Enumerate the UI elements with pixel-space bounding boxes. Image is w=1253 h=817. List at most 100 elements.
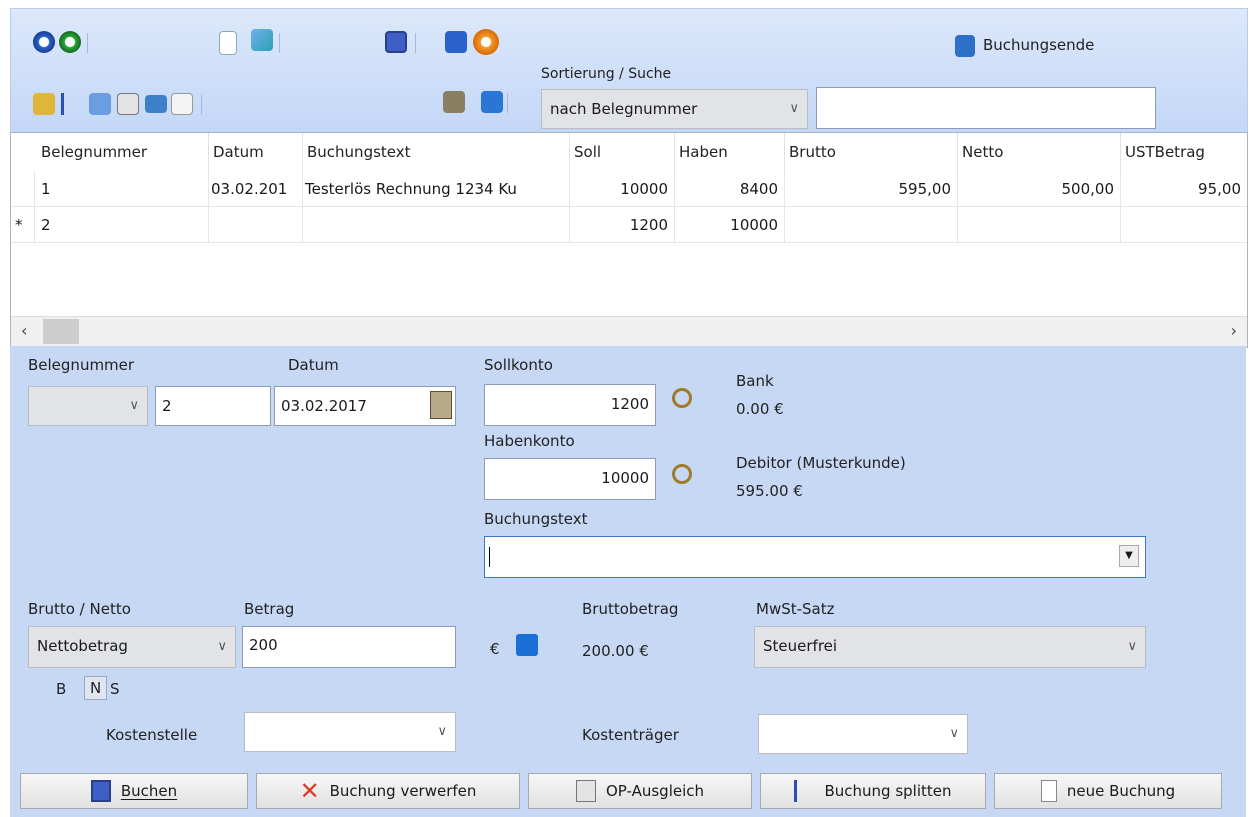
scroll-left-icon[interactable]: ‹ xyxy=(21,321,27,340)
cell-buchungstext[interactable] xyxy=(303,207,570,243)
soll-account-name: Bank xyxy=(736,372,774,390)
search-document-icon[interactable] xyxy=(89,93,111,115)
op-label: OP-Ausgleich xyxy=(605,782,705,800)
undo-icon[interactable] xyxy=(445,31,467,53)
datum-label: Datum xyxy=(288,356,339,374)
op-ausgleich-button[interactable]: OP-Ausgleich xyxy=(528,773,752,809)
sollkonto-search-icon[interactable] xyxy=(672,388,692,408)
col-header-buchungstext[interactable]: Buchungstext xyxy=(303,133,570,171)
calculator-icon[interactable] xyxy=(145,95,167,113)
neue-label: neue Buchung xyxy=(1066,782,1176,800)
bruttobetrag-label: Bruttobetrag xyxy=(582,600,679,618)
buchen-button[interactable]: Buchen xyxy=(20,773,248,809)
mode-b-toggle[interactable]: B xyxy=(56,680,66,698)
bruttobetrag-value: 200.00 € xyxy=(582,642,649,660)
col-header-ustbetrag[interactable]: USTBetrag xyxy=(1121,133,1247,171)
betrag-input[interactable]: 200 xyxy=(242,626,456,668)
soll-account-balance: 0.00 € xyxy=(736,400,784,418)
buchen-label: Buchen xyxy=(120,782,178,800)
mode-n-toggle[interactable]: N xyxy=(84,676,108,700)
col-header-netto[interactable]: Netto xyxy=(958,133,1121,171)
horizontal-scrollbar[interactable]: ‹ › xyxy=(11,316,1247,347)
scroll-right-icon[interactable]: › xyxy=(1231,321,1237,340)
col-header-soll[interactable]: Soll xyxy=(570,133,675,171)
cell-soll[interactable]: 1200 xyxy=(570,207,675,243)
sollkonto-input[interactable]: 1200 xyxy=(484,384,656,426)
cell-buchungstext[interactable]: Testerlös Rechnung 1234 Ku xyxy=(303,171,570,207)
sollkonto-label: Sollkonto xyxy=(484,356,553,374)
op-icon[interactable] xyxy=(117,93,139,115)
op-icon xyxy=(575,780,596,802)
habenkonto-input[interactable]: 10000 xyxy=(484,458,656,500)
booking-form: Belegnummer ∨ 2 Datum 03.02.2017 Sollkon… xyxy=(10,346,1246,817)
search-input[interactable] xyxy=(816,87,1156,129)
cell-datum[interactable]: 03.02.201 xyxy=(209,171,303,207)
cell-belegnummer[interactable]: 1 xyxy=(35,171,209,207)
cell-haben[interactable]: 10000 xyxy=(675,207,785,243)
kostentraeger-label: Kostenträger xyxy=(582,726,679,744)
save-icon[interactable] xyxy=(385,31,407,53)
exit-door-icon[interactable] xyxy=(955,35,975,57)
copy-document-icon[interactable] xyxy=(251,29,273,51)
haben-account-name: Debitor (Musterkunde) xyxy=(736,454,906,472)
datum-input[interactable]: 03.02.2017 xyxy=(274,386,456,426)
cell-ustbetrag[interactable]: 95,00 xyxy=(1121,171,1247,207)
belegnummer-label: Belegnummer xyxy=(28,356,135,374)
sort-select[interactable]: nach Belegnummer ∨ xyxy=(541,89,808,129)
chevron-down-icon: ∨ xyxy=(437,724,447,739)
kostentraeger-select[interactable]: ∨ xyxy=(758,714,968,754)
cell-soll[interactable]: 10000 xyxy=(570,171,675,207)
split-icon[interactable] xyxy=(61,93,82,115)
cell-haben[interactable]: 8400 xyxy=(675,171,785,207)
buchungstext-input[interactable]: ▼ xyxy=(484,536,1146,578)
habenkonto-search-icon[interactable] xyxy=(672,464,692,484)
chevron-down-icon: ∨ xyxy=(789,101,799,116)
cell-netto[interactable]: 500,00 xyxy=(958,171,1121,207)
toolbar: Buchungsende Sortierung / Suche nach Bel… xyxy=(10,8,1248,134)
col-header-belegnummer[interactable]: Belegnummer xyxy=(35,133,209,171)
neue-buchung-button[interactable]: neue Buchung xyxy=(994,773,1222,809)
scroll-thumb[interactable] xyxy=(43,319,79,344)
belegnummer-prefix-select[interactable]: ∨ xyxy=(28,386,148,426)
copy-icon[interactable] xyxy=(171,93,193,115)
mwst-select[interactable]: Steuerfrei ∨ xyxy=(754,626,1146,668)
verwerfen-label: Buchung verwerfen xyxy=(329,782,477,800)
new-document-icon xyxy=(1040,780,1057,802)
cell-brutto[interactable]: 595,00 xyxy=(785,171,958,207)
buchungsende-label[interactable]: Buchungsende xyxy=(983,36,1094,54)
bruttonetto-select[interactable]: Nettobetrag ∨ xyxy=(28,626,236,668)
col-header-datum[interactable]: Datum xyxy=(209,133,303,171)
calendar-icon[interactable] xyxy=(430,391,452,419)
buchungstext-label: Buchungstext xyxy=(484,510,588,528)
cell-ustbetrag[interactable] xyxy=(1121,207,1247,243)
mwst-value: Steuerfrei xyxy=(763,637,838,655)
tools-icon[interactable] xyxy=(443,91,465,113)
cell-belegnummer[interactable]: 2 xyxy=(35,207,209,243)
mode-s-toggle[interactable]: S xyxy=(110,680,120,698)
haben-account-balance: 595.00 € xyxy=(736,482,803,500)
kostenstelle-select[interactable]: ∨ xyxy=(244,712,456,752)
verwerfen-button[interactable]: ✕ Buchung verwerfen xyxy=(256,773,520,809)
back-icon[interactable] xyxy=(33,31,55,53)
cell-datum[interactable] xyxy=(209,207,303,243)
col-header-brutto[interactable]: Brutto xyxy=(785,133,958,171)
save-icon xyxy=(90,780,111,802)
ledger-icon[interactable] xyxy=(33,93,55,115)
belegnummer-input[interactable]: 2 xyxy=(155,386,271,426)
cell-netto[interactable] xyxy=(958,207,1121,243)
reload-icon[interactable] xyxy=(481,91,503,113)
chevron-down-icon: ∨ xyxy=(949,726,959,741)
close-icon: ✕ xyxy=(299,777,320,805)
refresh-icon[interactable] xyxy=(473,29,499,55)
cell-brutto[interactable] xyxy=(785,207,958,243)
new-document-icon[interactable] xyxy=(219,31,237,55)
betrag-label: Betrag xyxy=(244,600,295,618)
col-header-haben[interactable]: Haben xyxy=(675,133,785,171)
bookings-grid: Belegnummer Datum Buchungstext Soll Habe… xyxy=(10,132,1248,348)
row-marker xyxy=(11,171,35,207)
buchungstext-dropdown-button[interactable]: ▼ xyxy=(1119,545,1139,567)
currency-symbol: € xyxy=(490,640,500,658)
forward-icon[interactable] xyxy=(59,31,81,53)
splitten-button[interactable]: Buchung splitten xyxy=(760,773,986,809)
currency-converter-icon[interactable] xyxy=(516,634,538,656)
